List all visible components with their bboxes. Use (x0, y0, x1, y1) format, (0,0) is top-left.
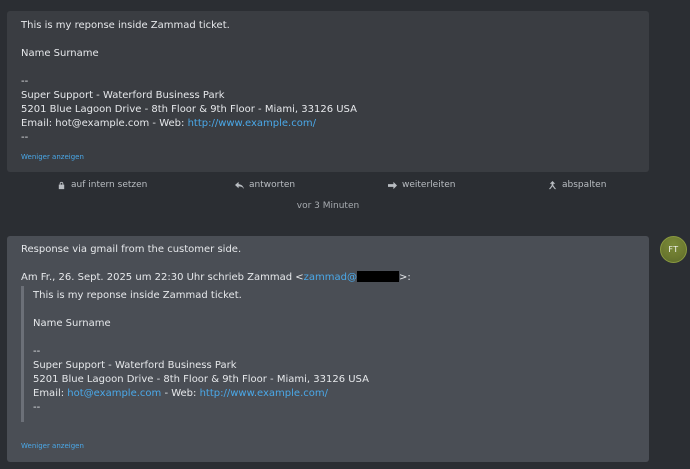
message-text: 5201 Blue Lagoon Drive - 8th Floor & 9th… (21, 104, 357, 115)
split-icon (548, 180, 557, 189)
message-text: This is my reponse inside Zammad ticket. (21, 20, 230, 31)
quoted-text: -- (33, 346, 41, 357)
customer-message-bubble: Response via gmail from the customer sid… (7, 236, 649, 462)
sender-email-link[interactable]: zammad@ (304, 272, 357, 283)
show-less-link[interactable]: Weniger anzeigen (21, 441, 84, 451)
quoted-text: Super Support - Waterford Business Park (33, 360, 237, 371)
message-text: Name Surname (21, 48, 99, 59)
show-less-link[interactable]: Weniger anzeigen (21, 152, 84, 162)
redacted-block (357, 271, 400, 282)
reply-icon (235, 181, 244, 189)
forward-label: weiterleiten (402, 180, 456, 190)
quoted-text: This is my reponse inside Zammad ticket. (33, 290, 242, 301)
quoted-text: Name Surname (33, 318, 111, 329)
forward-button[interactable]: weiterleiten (388, 180, 455, 190)
set-internal-button[interactable]: auf intern setzen (57, 180, 147, 190)
avatar[interactable]: FT (660, 236, 687, 263)
quote-header: Am Fr., 26. Sept. 2025 um 22:30 Uhr schr… (21, 271, 411, 283)
web-link[interactable]: http://www.example.com/ (200, 388, 328, 399)
message-text: Super Support - Waterford Business Park (21, 90, 225, 101)
quoted-text: 5201 Blue Lagoon Drive - 8th Floor & 9th… (33, 374, 369, 385)
lock-icon (58, 181, 65, 189)
message-text: Response via gmail from the customer sid… (21, 244, 242, 255)
quoted-contact-line: Email: hot@example.com - Web: http://www… (33, 388, 328, 399)
message-text: -- (21, 132, 29, 143)
split-button[interactable]: abspalten (548, 180, 606, 190)
article-timestamp: vor 3 Minuten (296, 201, 360, 211)
web-link[interactable]: http://www.example.com/ (188, 118, 316, 129)
agent-message-bubble: This is my reponse inside Zammad ticket.… (7, 11, 649, 172)
reply-button[interactable]: antworten (235, 180, 295, 190)
quoted-text: -- (33, 402, 41, 413)
set-internal-label: auf intern setzen (71, 180, 148, 190)
signature-contact-line: Email: hot@example.com - Web: http://www… (21, 118, 316, 129)
reply-label: antworten (249, 180, 296, 190)
article-actions: auf intern setzen antworten weiterleiten… (0, 180, 690, 194)
avatar-initials: FT (668, 245, 679, 254)
quoted-message: This is my reponse inside Zammad ticket.… (21, 286, 635, 422)
forward-icon (388, 181, 397, 189)
split-label: abspalten (562, 180, 607, 190)
email-link[interactable]: hot@example.com (67, 388, 161, 399)
message-text: -- (21, 76, 29, 87)
